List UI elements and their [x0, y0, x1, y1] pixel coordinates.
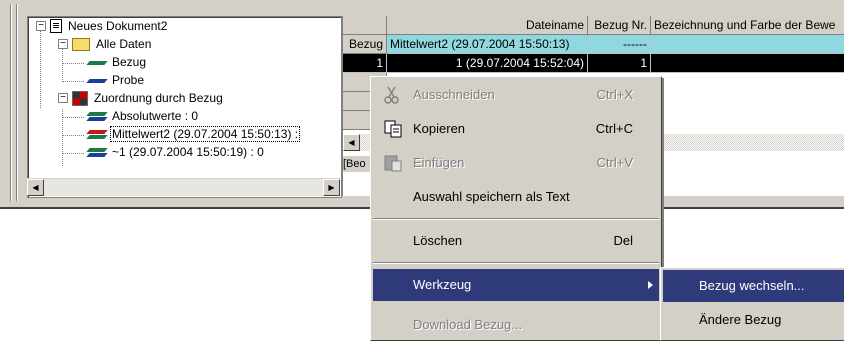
- menu-item-einfuegen[interactable]: Einfügen Ctrl+V: [373, 147, 659, 179]
- tree-connector: [62, 153, 84, 154]
- tree-node-absolutwerte[interactable]: Absolutwerte : 0: [86, 107, 200, 125]
- dataset-icon: [86, 57, 108, 68]
- cell-dateiname[interactable]: 1 (29.07.2004 15:52:04): [387, 54, 588, 73]
- menu-item-label: Download Bezug...: [413, 317, 523, 332]
- tree-node-label: Absolutwerte : 0: [112, 109, 199, 123]
- tree-node-zuordnung[interactable]: Zuordnung durch Bezug: [72, 89, 225, 107]
- folder-icon: [72, 37, 90, 51]
- paste-icon: [383, 153, 403, 173]
- scroll-left-icon[interactable]: ◀: [343, 134, 360, 151]
- menu-item-shortcut: Ctrl+C: [595, 121, 633, 136]
- row-header: 1: [343, 54, 387, 73]
- menu-item-shortcut: Del: [613, 233, 633, 248]
- werkzeug-submenu: Bezug wechseln... Ändere Bezug: [660, 267, 844, 341]
- tree-node-label: ~1 (29.07.2004 15:50:19) : 0: [112, 145, 264, 159]
- cell-bezug-nr[interactable]: 1: [588, 54, 651, 73]
- menu-separator: [373, 218, 659, 220]
- tree-node-label: Neues Dokument2: [68, 19, 168, 33]
- menu-item-label: Kopieren: [413, 121, 466, 136]
- tree-node-label: Zuordnung durch Bezug: [94, 91, 223, 105]
- menu-item-ausschneiden[interactable]: Ausschneiden Ctrl+X: [373, 79, 659, 111]
- dataset-icon: [86, 75, 108, 86]
- menu-item-label: Einfügen: [413, 155, 465, 170]
- menu-item-shortcut: Ctrl+X: [596, 87, 633, 102]
- tree-node-label: Mittelwert2 (29.07.2004 15:50:13) :: [110, 126, 301, 142]
- tree-node-probe[interactable]: Probe: [86, 71, 146, 89]
- menu-item-label: Werkzeug: [413, 277, 472, 292]
- menu-item-kopieren[interactable]: Kopieren Ctrl+C: [373, 113, 659, 145]
- menu-item-label: Bezug wechseln...: [699, 278, 805, 293]
- splitter-grip[interactable]: [10, 4, 11, 201]
- menu-item-loeschen[interactable]: Löschen Del: [373, 225, 659, 257]
- grid-corner-header: [343, 16, 387, 35]
- cell-bezug-nr[interactable]: ------: [588, 35, 651, 54]
- tree-node-alle-daten[interactable]: Alle Daten: [72, 35, 153, 53]
- column-header-bezeichnung[interactable]: Bezeichnung und Farbe der Bewe: [651, 16, 844, 35]
- table-row-bezug[interactable]: Bezug Mittelwert2 (29.07.2004 15:50:13) …: [343, 35, 844, 54]
- menu-item-aendere-bezug[interactable]: Ändere Bezug: [663, 304, 844, 336]
- tree-connector: [62, 63, 84, 64]
- column-header-dateiname[interactable]: Dateiname: [387, 16, 588, 35]
- cell-dateiname[interactable]: Mittelwert2 (29.07.2004 15:50:13): [387, 35, 588, 54]
- collapse-toggle[interactable]: −: [36, 21, 46, 31]
- menu-item-label: Ausschneiden: [413, 87, 495, 102]
- tree-connector: [40, 30, 41, 108]
- dataset-icon: [86, 111, 108, 122]
- table-row-1[interactable]: 1 1 (29.07.2004 15:52:04) 1: [343, 54, 844, 73]
- tree-node-label: Probe: [112, 73, 145, 87]
- tree-node-bezug[interactable]: Bezug: [86, 53, 148, 71]
- splitter-grip[interactable]: [16, 4, 17, 201]
- document-icon: [50, 19, 62, 33]
- menu-separator: [373, 262, 659, 264]
- menu-item-auswahl-speichern[interactable]: Auswahl speichern als Text: [373, 181, 659, 213]
- row-header: Bezug: [343, 35, 387, 54]
- dataset-icon: [86, 129, 108, 140]
- tree-connector: [62, 49, 63, 82]
- menu-item-label: Auswahl speichern als Text: [413, 189, 570, 204]
- menu-item-bezug-wechseln[interactable]: Bezug wechseln...: [663, 270, 844, 302]
- tree-node-document[interactable]: Neues Dokument2: [50, 17, 169, 35]
- menu-item-label: Ändere Bezug: [699, 312, 782, 327]
- menu-item-werkzeug[interactable]: Werkzeug: [373, 269, 659, 301]
- dataset-icon: [86, 147, 108, 158]
- menu-item-label: Löschen: [413, 233, 463, 248]
- cell-bezeichnung[interactable]: [651, 35, 844, 54]
- menu-item-shortcut: Ctrl+V: [596, 155, 633, 170]
- grid-icon: [72, 90, 88, 106]
- submenu-arrow-icon: [648, 281, 653, 289]
- scissors-icon: [383, 85, 403, 105]
- collapse-toggle[interactable]: −: [58, 39, 68, 49]
- collapse-toggle[interactable]: −: [58, 93, 68, 103]
- context-menu: Ausschneiden Ctrl+X Kopieren Ctrl+C Einf…: [370, 76, 662, 341]
- tree-connector: [62, 135, 84, 136]
- tree-view[interactable]: − − − Neues Dokument2 Alle Daten Bezug P…: [27, 16, 342, 198]
- tree-connector: [62, 81, 84, 82]
- column-header-bezug-nr[interactable]: Bezug Nr.: [588, 16, 651, 35]
- tree-connector: [62, 117, 84, 118]
- cell-bezeichnung[interactable]: [651, 54, 844, 73]
- copy-icon: [383, 119, 403, 139]
- tree-horizontal-scrollbar[interactable]: ◀ ▶: [27, 178, 340, 196]
- tree-node-1[interactable]: ~1 (29.07.2004 15:50:19) : 0: [86, 143, 266, 161]
- tree-node-label: Bezug: [112, 55, 147, 69]
- scroll-right-icon[interactable]: ▶: [323, 179, 340, 196]
- tree-node-label: Alle Daten: [96, 37, 152, 51]
- scroll-left-icon[interactable]: ◀: [27, 179, 44, 196]
- menu-item-download-bezug[interactable]: Download Bezug...: [373, 309, 659, 341]
- tree-node-mittelwert2[interactable]: Mittelwert2 (29.07.2004 15:50:13) :: [86, 125, 301, 143]
